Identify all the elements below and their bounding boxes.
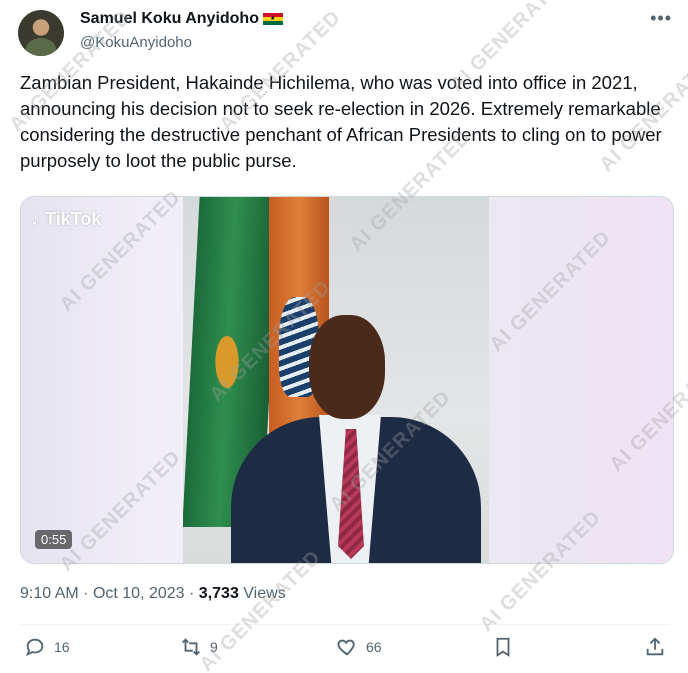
divider (20, 624, 670, 625)
share-button[interactable] (644, 636, 666, 658)
action-bar: 16 9 66 (20, 636, 670, 666)
tweet-date[interactable]: Oct 10, 2023 (93, 585, 185, 602)
tweet-text: Zambian President, Hakainde Hichilema, w… (20, 72, 662, 171)
views-label: Views (243, 585, 286, 602)
author-name-row: Samuel Koku Anyidoho ★ (80, 10, 283, 28)
like-button[interactable]: 66 (336, 636, 382, 658)
meta-separator: · (189, 585, 199, 602)
bookmark-button[interactable] (492, 636, 514, 658)
tweet-time[interactable]: 9:10 AM (20, 585, 79, 602)
retweet-icon (182, 638, 200, 656)
video-frame (183, 197, 489, 563)
video-media[interactable]: ♪ TikTok 0:55 (20, 196, 674, 564)
reply-icon (26, 638, 44, 657)
tiktok-label: TikTok (45, 209, 102, 229)
video-duration-badge: 0:55 (35, 530, 73, 549)
eagle-emblem-graphic (207, 317, 247, 407)
share-icon (646, 637, 664, 656)
heart-icon (337, 639, 355, 656)
tweet[interactable]: Samuel Koku Anyidoho ★ @KokuAnyidoho •••… (0, 0, 688, 673)
head-graphic (309, 315, 385, 419)
reply-count: 16 (54, 639, 70, 655)
more-options-icon[interactable]: ••• (650, 8, 672, 29)
ghana-flag-icon: ★ (262, 12, 283, 26)
meta-separator: · (83, 585, 93, 602)
tweet-meta: 9:10 AM · Oct 10, 2023 · 3,733 Views (20, 585, 286, 603)
views-count: 3,733 (198, 585, 239, 602)
reply-button[interactable]: 16 (24, 636, 70, 658)
avatar[interactable] (18, 10, 64, 56)
author-display-name[interactable]: Samuel Koku Anyidoho (80, 10, 259, 28)
author-handle[interactable]: @KokuAnyidoho (80, 34, 192, 51)
retweet-button[interactable]: 9 (180, 636, 218, 658)
retweet-count: 9 (210, 639, 218, 655)
like-count: 66 (366, 639, 382, 655)
bookmark-icon (496, 637, 510, 657)
tiktok-logo-icon: ♪ TikTok (31, 209, 102, 229)
